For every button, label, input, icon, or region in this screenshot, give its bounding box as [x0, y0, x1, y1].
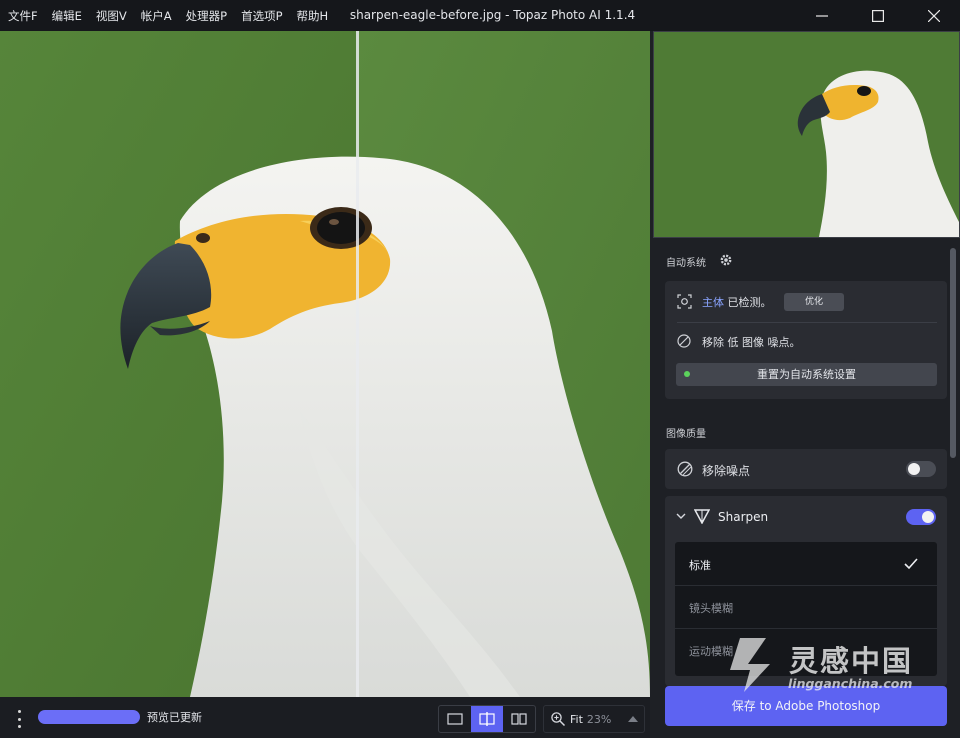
eagle-photo [0, 31, 650, 697]
single-view-icon [447, 713, 463, 725]
zoom-control[interactable]: Fit 23% [543, 705, 645, 733]
noise-detected-text: 移除 低 图像 噪点。 [702, 336, 801, 349]
window-title: sharpen-eagle-before.jpg - Topaz Photo A… [349, 8, 636, 22]
divider [677, 322, 937, 323]
maximize-button[interactable] [854, 0, 902, 31]
zoom-value: 23% [586, 712, 612, 726]
panel-scrollbar[interactable] [950, 248, 956, 458]
split-view-button[interactable] [471, 706, 503, 732]
split-view-icon [479, 712, 495, 726]
sharpen-mode-standard[interactable]: 标准 [675, 542, 937, 586]
zoom-mode-label: Fit [570, 712, 583, 726]
preview-progress-bar [38, 710, 140, 724]
image-viewport[interactable] [0, 31, 650, 697]
check-icon [904, 558, 918, 570]
sharpen-icon [693, 508, 711, 527]
view-mode-group [438, 705, 536, 733]
side-by-side-view-icon [511, 713, 527, 725]
sharpen-mode-motion-blur[interactable]: 运动模糊 [675, 628, 937, 671]
image-quality-title: 图像质量 [666, 429, 706, 440]
title-bar: 文件F 编辑E 视图V 帐户A 处理器P 首选项P 帮助H sharpen-ea… [0, 0, 960, 31]
toggle-knob [922, 511, 934, 523]
menu-account[interactable]: 帐户A [141, 8, 172, 24]
sharpen-mode-label: 标准 [689, 559, 711, 572]
side-by-side-view-button[interactable] [503, 706, 535, 732]
denoise-icon [677, 461, 693, 480]
menu-file[interactable]: 文件F [8, 8, 38, 24]
subject-status: 已检测。 [727, 296, 772, 309]
reset-auto-settings-label: 重置为自动系统设置 [757, 368, 856, 381]
menu-bar: 文件F 编辑E 视图V 帐户A 处理器P 首选项P 帮助H [8, 0, 342, 31]
more-options-icon[interactable] [10, 710, 28, 728]
sharpen-mode-label: 镜头模糊 [689, 602, 733, 615]
menu-edit[interactable]: 编辑E [52, 8, 82, 24]
navigator-image [654, 32, 959, 237]
sharpen-label: Sharpen [718, 510, 769, 524]
chevron-down-icon[interactable] [676, 510, 686, 524]
sharpen-mode-lens-blur[interactable]: 镜头模糊 [675, 585, 937, 629]
toggle-knob [908, 463, 920, 475]
save-to-photoshop-button[interactable]: 保存 to Adobe Photoshop [665, 686, 947, 726]
menu-view[interactable]: 视图V [96, 8, 127, 24]
gear-icon[interactable] [719, 253, 733, 270]
status-dot [684, 371, 690, 377]
minimize-button[interactable] [798, 0, 846, 31]
optimize-button[interactable]: 优化 [784, 293, 844, 311]
zoom-arrow-icon[interactable] [628, 716, 638, 722]
sharpen-toggle[interactable] [906, 509, 936, 525]
reset-auto-settings-button[interactable]: 重置为自动系统设置 [676, 363, 937, 386]
navigator-thumbnail[interactable] [653, 31, 960, 238]
subject-highlight: 主体 [702, 296, 724, 309]
subject-detect-icon [677, 294, 692, 312]
close-icon [928, 9, 940, 22]
menu-preferences[interactable]: 首选项P [241, 8, 282, 24]
zoom-icon [551, 712, 566, 727]
preview-status-text: 预览已更新 [147, 711, 202, 724]
denoise-label: 移除噪点 [702, 464, 751, 478]
close-button[interactable] [910, 0, 958, 31]
menu-processor[interactable]: 处理器P [186, 8, 227, 24]
minimize-icon [816, 14, 828, 17]
compare-split-handle[interactable] [356, 31, 359, 697]
auto-system-title: 自动系统 [666, 258, 706, 269]
single-view-button[interactable] [439, 706, 471, 732]
noise-icon [677, 334, 691, 351]
sharpen-mode-label: 运动模糊 [689, 645, 733, 658]
subject-detected-text: 主体 已检测。 [702, 294, 772, 310]
sharpen-mode-list: 标准 镜头模糊 运动模糊 [675, 542, 937, 676]
maximize-icon [872, 9, 884, 22]
denoise-toggle[interactable] [906, 461, 936, 477]
